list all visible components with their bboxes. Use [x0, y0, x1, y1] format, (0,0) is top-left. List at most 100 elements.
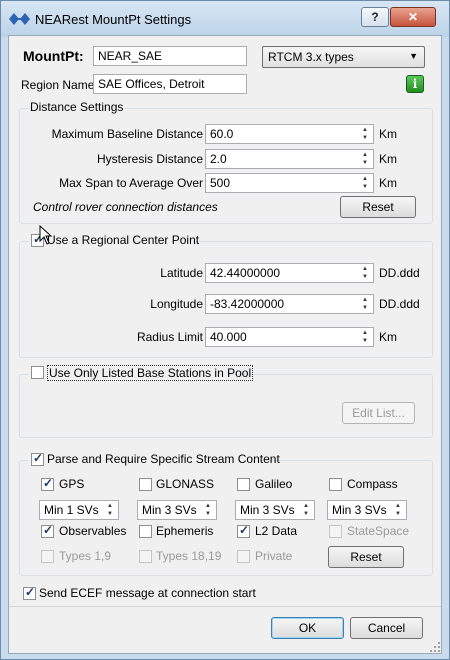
statespace-label: StateSpace	[347, 524, 410, 538]
compass-checkbox[interactable]	[329, 478, 342, 491]
types-1-9-checkbox[interactable]	[41, 550, 54, 563]
private-label: Private	[255, 549, 293, 563]
longitude-value: -83.42000000	[210, 297, 285, 311]
mountpt-input[interactable]: NEAR_SAE	[93, 46, 247, 66]
longitude-label: Longitude	[150, 297, 203, 311]
base-station-pool-label: Use Only Listed Base Stations in Pool	[47, 365, 254, 381]
resize-grip-icon[interactable]	[429, 641, 441, 653]
max-span-label: Max Span to Average Over	[59, 176, 203, 190]
glonass-checkbox[interactable]	[139, 478, 152, 491]
ok-button[interactable]: OK	[271, 617, 344, 639]
latitude-label: Latitude	[160, 266, 203, 280]
max-span-value: 500	[210, 176, 231, 190]
spin-down-icon[interactable]: ▼	[103, 510, 117, 518]
longitude-spinbox[interactable]: -83.42000000 ▲ ▼	[205, 294, 374, 314]
compass-min-svs-spinbox[interactable]: Min 3 SVs ▲ ▼	[327, 500, 407, 520]
spin-up-icon[interactable]: ▲	[201, 502, 215, 510]
dialog-body: MountPt: NEAR_SAE RTCM 3.x types ▼ Regio…	[8, 35, 442, 654]
spin-down-icon[interactable]: ▼	[299, 510, 313, 518]
spin-up-icon[interactable]: ▲	[358, 151, 372, 159]
base-station-pool-checkbox[interactable]	[31, 366, 44, 379]
message-type-select[interactable]: RTCM 3.x types ▼	[262, 46, 425, 68]
statespace-checkbox[interactable]	[329, 525, 342, 538]
region-name-label: Region Name:	[21, 78, 98, 92]
spin-down-icon[interactable]: ▼	[391, 510, 405, 518]
latitude-unit: DD.ddd	[379, 266, 420, 280]
region-name-input[interactable]: SAE Offices, Detroit	[93, 74, 247, 94]
chevron-down-icon: ▼	[409, 51, 418, 61]
types-1-9-label: Types 1,9	[59, 549, 112, 563]
max-baseline-spinbox[interactable]: 60.0 ▲ ▼	[205, 124, 374, 144]
radius-limit-label: Radius Limit	[136, 330, 203, 344]
stream-content-checkbox[interactable]	[31, 451, 44, 466]
spin-down-icon[interactable]: ▼	[358, 159, 372, 167]
spin-down-icon[interactable]: ▼	[358, 304, 372, 312]
ephemeris-label: Ephemeris	[156, 524, 214, 538]
hysteresis-spinbox[interactable]: 2.0 ▲ ▼	[205, 149, 374, 169]
max-baseline-value: 60.0	[210, 127, 234, 141]
observables-label: Observables	[59, 524, 127, 538]
types-18-19-checkbox[interactable]	[139, 550, 152, 563]
app-diamonds-icon	[9, 13, 30, 25]
mouse-cursor-icon	[39, 225, 53, 245]
max-baseline-label: Maximum Baseline Distance	[51, 127, 203, 141]
message-type-value: RTCM 3.x types	[268, 50, 354, 64]
regional-center-label: Use a Regional Center Point	[47, 233, 200, 247]
gps-label: GPS	[59, 477, 85, 491]
mountpt-label: MountPt:	[23, 48, 84, 64]
spin-down-icon[interactable]: ▼	[201, 510, 215, 518]
l2-data-label: L2 Data	[255, 524, 298, 538]
spin-up-icon[interactable]: ▲	[299, 502, 313, 510]
window-title: NEARest MountPt Settings	[35, 12, 192, 27]
distance-reset-button[interactable]: Reset	[340, 196, 416, 218]
stream-reset-button[interactable]: Reset	[328, 546, 404, 568]
private-checkbox[interactable]	[237, 550, 250, 563]
close-button[interactable]: ✕	[390, 7, 436, 27]
gps-checkbox[interactable]	[41, 476, 54, 491]
l2-data-checkbox[interactable]	[237, 523, 250, 538]
longitude-unit: DD.ddd	[379, 297, 420, 311]
max-baseline-unit: Km	[379, 127, 397, 141]
info-button[interactable]: i	[406, 75, 424, 93]
ephemeris-checkbox[interactable]	[139, 525, 152, 538]
gps-min-svs-value: Min 1 SVs	[44, 503, 99, 517]
spin-down-icon[interactable]: ▼	[358, 273, 372, 281]
edit-list-button[interactable]: Edit List...	[342, 402, 415, 424]
glonass-label: GLONASS	[156, 477, 215, 491]
gps-min-svs-spinbox[interactable]: Min 1 SVs ▲ ▼	[39, 500, 119, 520]
spin-down-icon[interactable]: ▼	[358, 134, 372, 142]
max-span-unit: Km	[379, 176, 397, 190]
spin-up-icon[interactable]: ▲	[391, 502, 405, 510]
spin-up-icon[interactable]: ▲	[358, 175, 372, 183]
galileo-min-svs-spinbox[interactable]: Min 3 SVs ▲ ▼	[235, 500, 315, 520]
cancel-button[interactable]: Cancel	[350, 617, 423, 639]
help-button[interactable]: ?	[361, 7, 389, 27]
distance-note: Control rover connection distances	[33, 200, 218, 214]
galileo-min-svs-value: Min 3 SVs	[240, 503, 295, 517]
footer-divider	[9, 606, 441, 607]
galileo-label: Galileo	[255, 477, 293, 491]
max-span-spinbox[interactable]: 500 ▲ ▼	[205, 173, 374, 193]
galileo-checkbox[interactable]	[237, 478, 250, 491]
spin-up-icon[interactable]: ▲	[358, 265, 372, 273]
title-bar: NEARest MountPt Settings ? ✕	[1, 1, 449, 37]
radius-limit-spinbox[interactable]: 40.000 ▲ ▼	[205, 327, 374, 347]
latitude-value: 42.44000000	[210, 266, 281, 280]
spin-up-icon[interactable]: ▲	[358, 329, 372, 337]
stream-content-label: Parse and Require Specific Stream Conten…	[47, 452, 280, 466]
spin-up-icon[interactable]: ▲	[103, 502, 117, 510]
settings-window: NEARest MountPt Settings ? ✕ MountPt: NE…	[0, 0, 450, 660]
spin-up-icon[interactable]: ▲	[358, 296, 372, 304]
spin-down-icon[interactable]: ▼	[358, 183, 372, 191]
compass-min-svs-value: Min 3 SVs	[332, 503, 387, 517]
types-18-19-label: Types 18,19	[156, 549, 222, 563]
hysteresis-unit: Km	[379, 152, 397, 166]
latitude-spinbox[interactable]: 42.44000000 ▲ ▼	[205, 263, 374, 283]
glonass-min-svs-spinbox[interactable]: Min 3 SVs ▲ ▼	[137, 500, 217, 520]
observables-checkbox[interactable]	[41, 523, 54, 538]
compass-label: Compass	[347, 477, 398, 491]
spin-up-icon[interactable]: ▲	[358, 126, 372, 134]
ecef-checkbox[interactable]	[23, 585, 36, 600]
spin-down-icon[interactable]: ▼	[358, 337, 372, 345]
ecef-label: Send ECEF message at connection start	[39, 586, 256, 600]
